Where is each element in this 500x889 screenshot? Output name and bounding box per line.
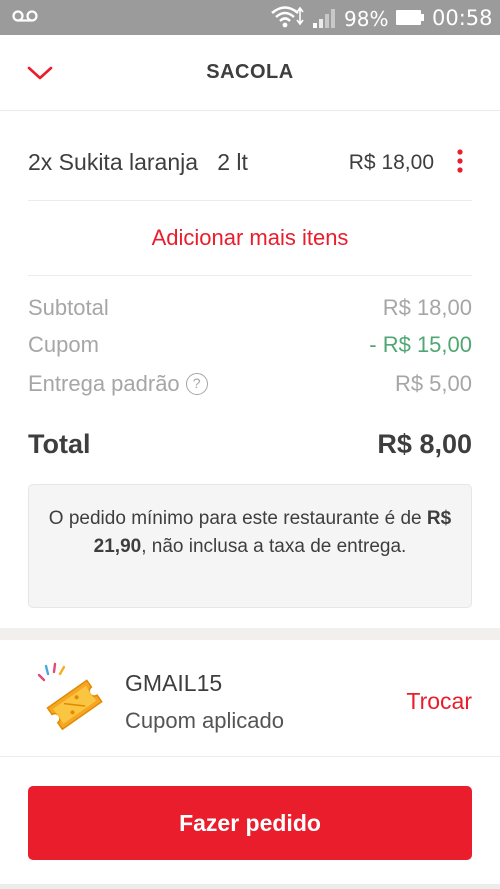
delivery-value: R$ 5,00 xyxy=(394,371,472,396)
app-header: SACOLA xyxy=(0,35,500,111)
item-price: R$ 18,00 xyxy=(348,151,434,174)
coupon-discount-value: - R$ 15,00 xyxy=(369,332,472,357)
wifi-icon xyxy=(271,6,304,28)
total-label: Total xyxy=(28,429,91,459)
item-name: 2x Sukita laranja 2 lt xyxy=(28,149,248,175)
battery-icon xyxy=(396,10,424,25)
battery-percent: 98% xyxy=(344,7,389,31)
add-more-row: Adicionar mais itens xyxy=(28,201,472,276)
clock: 00:58 xyxy=(432,6,493,30)
bottom-divider xyxy=(0,884,500,889)
status-bar: 98% 00:58 xyxy=(0,0,500,35)
delivery-row: Entrega padrão? R$ 5,00 xyxy=(28,371,472,405)
notice-text-before: O pedido mínimo para este restaurante é … xyxy=(48,508,427,529)
change-coupon-button[interactable]: Trocar xyxy=(406,688,472,715)
signal-icon xyxy=(313,9,335,28)
section-divider xyxy=(0,628,500,640)
notice-text-after: , não inclusa a taxa de entrega. xyxy=(141,536,407,557)
place-order-button[interactable]: Fazer pedido xyxy=(28,786,472,860)
coupon-status: Cupom aplicado xyxy=(125,708,284,733)
minimum-order-notice: O pedido mínimo para este restaurante é … xyxy=(28,484,472,608)
coupon-discount-row: Cupom - R$ 15,00 xyxy=(28,332,472,366)
add-more-items-link[interactable]: Adicionar mais itens xyxy=(152,225,349,251)
coupon-section: GMAIL15 Cupom aplicado Trocar xyxy=(0,640,500,757)
subtotal-value: R$ 18,00 xyxy=(382,295,472,320)
subtotal-label: Subtotal xyxy=(28,295,109,320)
delivery-label-wrap: Entrega padrão? xyxy=(28,371,208,397)
more-options-icon[interactable] xyxy=(450,147,470,177)
help-icon[interactable]: ? xyxy=(185,373,208,395)
total-value: R$ 8,00 xyxy=(377,429,472,459)
coupon-label: Cupom xyxy=(28,332,99,357)
coupon-code: GMAIL15 xyxy=(125,670,223,696)
ticket-icon xyxy=(37,662,103,731)
cart-item[interactable]: 2x Sukita laranja 2 lt R$ 18,00 xyxy=(28,111,472,201)
subtotal-row: Subtotal R$ 18,00 xyxy=(28,295,472,329)
voicemail-icon xyxy=(12,10,38,22)
page-title: SACOLA xyxy=(206,61,294,83)
total-row: Total R$ 8,00 xyxy=(28,429,472,465)
delivery-label: Entrega padrão xyxy=(28,371,180,396)
